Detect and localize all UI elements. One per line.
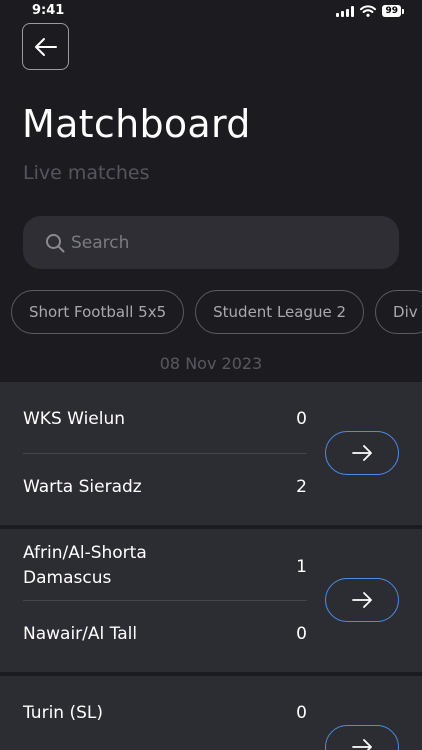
- search-icon: [46, 233, 65, 252]
- home-team-score: 0: [296, 703, 307, 723]
- open-match-button[interactable]: [325, 578, 399, 622]
- filter-chip-student-league[interactable]: Student League 2: [195, 290, 365, 334]
- arrow-right-icon: [352, 739, 372, 750]
- divider: [23, 453, 307, 454]
- arrow-right-icon: [352, 592, 372, 608]
- home-team-name: WKS Wielun: [23, 409, 126, 429]
- back-button[interactable]: [22, 23, 69, 70]
- search-input[interactable]: [69, 231, 373, 254]
- page-title: Matchboard: [22, 102, 251, 146]
- status-time: 9:41: [32, 3, 65, 18]
- home-team-name: Turin (SL): [23, 703, 103, 723]
- page-subtitle: Live matches: [23, 162, 150, 184]
- battery-icon: 99: [382, 5, 404, 17]
- away-team-name: Nawair/Al Tall: [23, 624, 138, 644]
- arrow-left-icon: [34, 37, 57, 56]
- home-team-score: 0: [296, 409, 307, 429]
- match-card: Afrin/Al-Shorta Damascus 1 Nawair/Al Tal…: [0, 529, 422, 672]
- status-icons: 99: [336, 5, 404, 17]
- filter-chips: Short Football 5x5 Student League 2 Div: [11, 290, 422, 334]
- match-card: WKS Wielun 0 Warta Sieradz 2: [0, 382, 422, 525]
- home-team-name: Afrin/Al-Shorta Damascus: [23, 543, 147, 588]
- battery-level: 99: [382, 5, 401, 17]
- filter-chip-div[interactable]: Div: [375, 290, 422, 334]
- search-box[interactable]: [23, 216, 399, 269]
- match-card: Turin (SL) 0: [0, 676, 422, 750]
- away-team-score: 0: [296, 624, 307, 644]
- signal-icon: [336, 5, 355, 17]
- status-bar: 9:41 99: [0, 0, 422, 24]
- divider: [23, 600, 307, 601]
- filter-chip-short-football[interactable]: Short Football 5x5: [11, 290, 185, 334]
- open-match-button[interactable]: [325, 431, 399, 475]
- arrow-right-icon: [352, 445, 372, 461]
- away-team-score: 2: [296, 477, 307, 497]
- away-team-name: Warta Sieradz: [23, 477, 142, 497]
- open-match-button[interactable]: [325, 725, 399, 750]
- wifi-icon: [360, 5, 377, 17]
- home-team-score: 1: [296, 557, 307, 577]
- date-label: 08 Nov 2023: [159, 354, 263, 373]
